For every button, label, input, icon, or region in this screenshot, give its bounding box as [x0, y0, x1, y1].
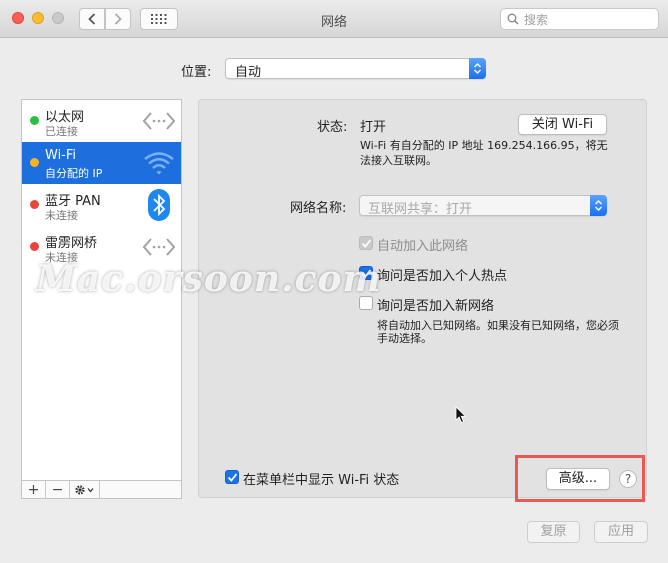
- bluetooth-icon: [141, 189, 177, 221]
- service-status: 已连接: [45, 125, 78, 138]
- status-dot: [30, 158, 39, 167]
- title-bar: 网络 搜索: [0, 0, 668, 38]
- network-name-popup[interactable]: 互联网共享：打开: [359, 195, 607, 217]
- search-icon: [507, 13, 519, 25]
- ethernet-arrows-icon: [141, 106, 177, 136]
- location-value: 自动: [235, 65, 262, 80]
- ask-hotspot-label: 询问是否加入个人热点: [377, 269, 508, 284]
- status-description-line1: Wi-Fi 有自分配的 IP 地址 169.254.166.95，将无: [360, 139, 608, 152]
- popup-arrows-icon: [469, 58, 486, 79]
- help-button[interactable]: ?: [619, 470, 637, 488]
- location-popup[interactable]: 自动: [225, 58, 486, 80]
- service-item-wifi[interactable]: Wi-Fi 自分配的 IP: [22, 142, 181, 184]
- search-placeholder: 搜索: [524, 12, 549, 27]
- service-status: 自分配的 IP: [45, 167, 103, 180]
- network-name-label: 网络名称:: [290, 201, 347, 216]
- show-in-menubar-checkbox[interactable]: [225, 470, 239, 484]
- status-label: 状态:: [317, 120, 348, 135]
- checkmark-icon: [227, 473, 238, 482]
- add-service-button[interactable]: +: [22, 481, 46, 498]
- gear-icon: [74, 484, 93, 495]
- action-menu-button[interactable]: [70, 481, 100, 498]
- mouse-cursor-icon: [455, 406, 467, 427]
- turn-off-wifi-button[interactable]: 关闭 Wi-Fi: [518, 114, 607, 135]
- remove-service-button[interactable]: −: [46, 481, 70, 498]
- checkmark-icon: [361, 239, 372, 248]
- service-name: Wi-Fi: [45, 148, 77, 163]
- service-list-toolbar: + −: [21, 480, 182, 499]
- status-dot: [30, 116, 39, 125]
- advanced-button[interactable]: 高级...: [546, 468, 610, 490]
- status-dot: [30, 242, 39, 251]
- network-name-value: 互联网共享：打开: [368, 202, 473, 217]
- service-status: 未连接: [45, 209, 78, 222]
- search-field[interactable]: 搜索: [500, 8, 659, 30]
- revert-button[interactable]: 复原: [527, 521, 580, 543]
- status-value: 打开: [360, 120, 387, 135]
- popup-arrows-icon: [590, 195, 607, 216]
- status-dot: [30, 200, 39, 209]
- show-in-menubar-label: 在菜单栏中显示 Wi-Fi 状态: [243, 473, 400, 488]
- ask-new-network-label: 询问是否加入新网络: [377, 299, 495, 314]
- status-description-line2: 法接入互联网。: [360, 154, 437, 167]
- auto-join-label: 自动加入此网络: [377, 239, 469, 254]
- ask-new-network-desc-line2: 手动选择。: [377, 332, 432, 345]
- apply-button[interactable]: 应用: [594, 521, 648, 543]
- auto-join-checkbox[interactable]: [359, 236, 373, 250]
- watermark-text: Mac.orsoon.com: [36, 258, 382, 300]
- wifi-icon: [141, 148, 177, 178]
- location-label: 位置:: [181, 65, 212, 80]
- service-item-ethernet[interactable]: 以太网 已连接: [22, 100, 181, 142]
- service-item-bluetooth-pan[interactable]: 蓝牙 PAN 未连接: [22, 184, 181, 226]
